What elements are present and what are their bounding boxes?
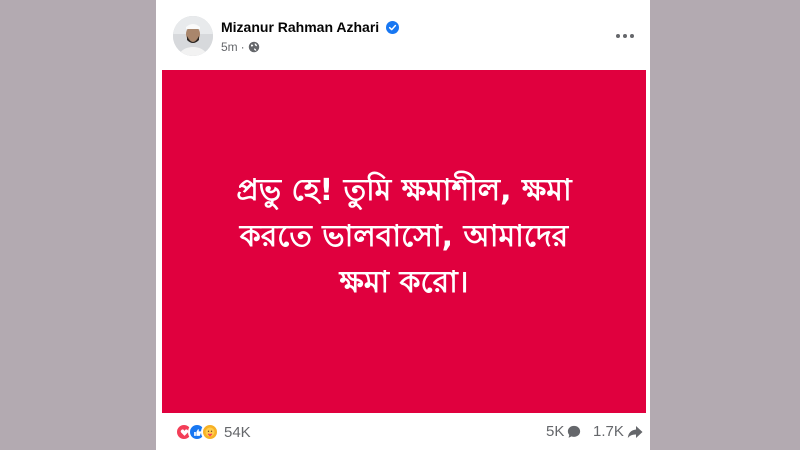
reactions-summary[interactable]: 54K bbox=[175, 423, 251, 441]
comment-count[interactable]: 5K bbox=[546, 423, 581, 440]
share-count[interactable]: 1.7K bbox=[593, 423, 643, 440]
post-footer: 54K 5K 1.7K bbox=[156, 413, 650, 450]
comment-icon bbox=[568, 425, 581, 438]
post-header: Mizanur Rahman Azhari 5m · bbox=[156, 0, 650, 70]
reaction-count[interactable]: 54K bbox=[224, 424, 251, 441]
share-count-label: 1.7K bbox=[593, 423, 624, 440]
meta-separator: · bbox=[240, 40, 245, 54]
share-icon bbox=[627, 425, 643, 438]
avatar[interactable] bbox=[173, 16, 213, 56]
post-card: Mizanur Rahman Azhari 5m · প্রভু হে! তুম… bbox=[156, 0, 650, 450]
author-name[interactable]: Mizanur Rahman Azhari bbox=[221, 19, 379, 35]
post-text: প্রভু হে! তুমি ক্ষমাশীল, ক্ষমা করতে ভালব… bbox=[236, 172, 572, 300]
more-options-button[interactable] bbox=[610, 26, 640, 46]
post-meta: 5m · bbox=[221, 40, 260, 54]
more-dot-icon bbox=[623, 34, 627, 38]
more-dot-icon bbox=[630, 34, 634, 38]
globe-icon bbox=[248, 41, 259, 53]
more-dot-icon bbox=[616, 34, 620, 38]
post-time[interactable]: 5m bbox=[221, 40, 238, 54]
verified-badge-icon bbox=[386, 21, 399, 34]
care-icon bbox=[201, 423, 219, 441]
comment-count-label: 5K bbox=[546, 423, 565, 440]
post-content[interactable]: প্রভু হে! তুমি ক্ষমাশীল, ক্ষমা করতে ভালব… bbox=[162, 70, 646, 413]
avatar-image bbox=[173, 16, 213, 56]
